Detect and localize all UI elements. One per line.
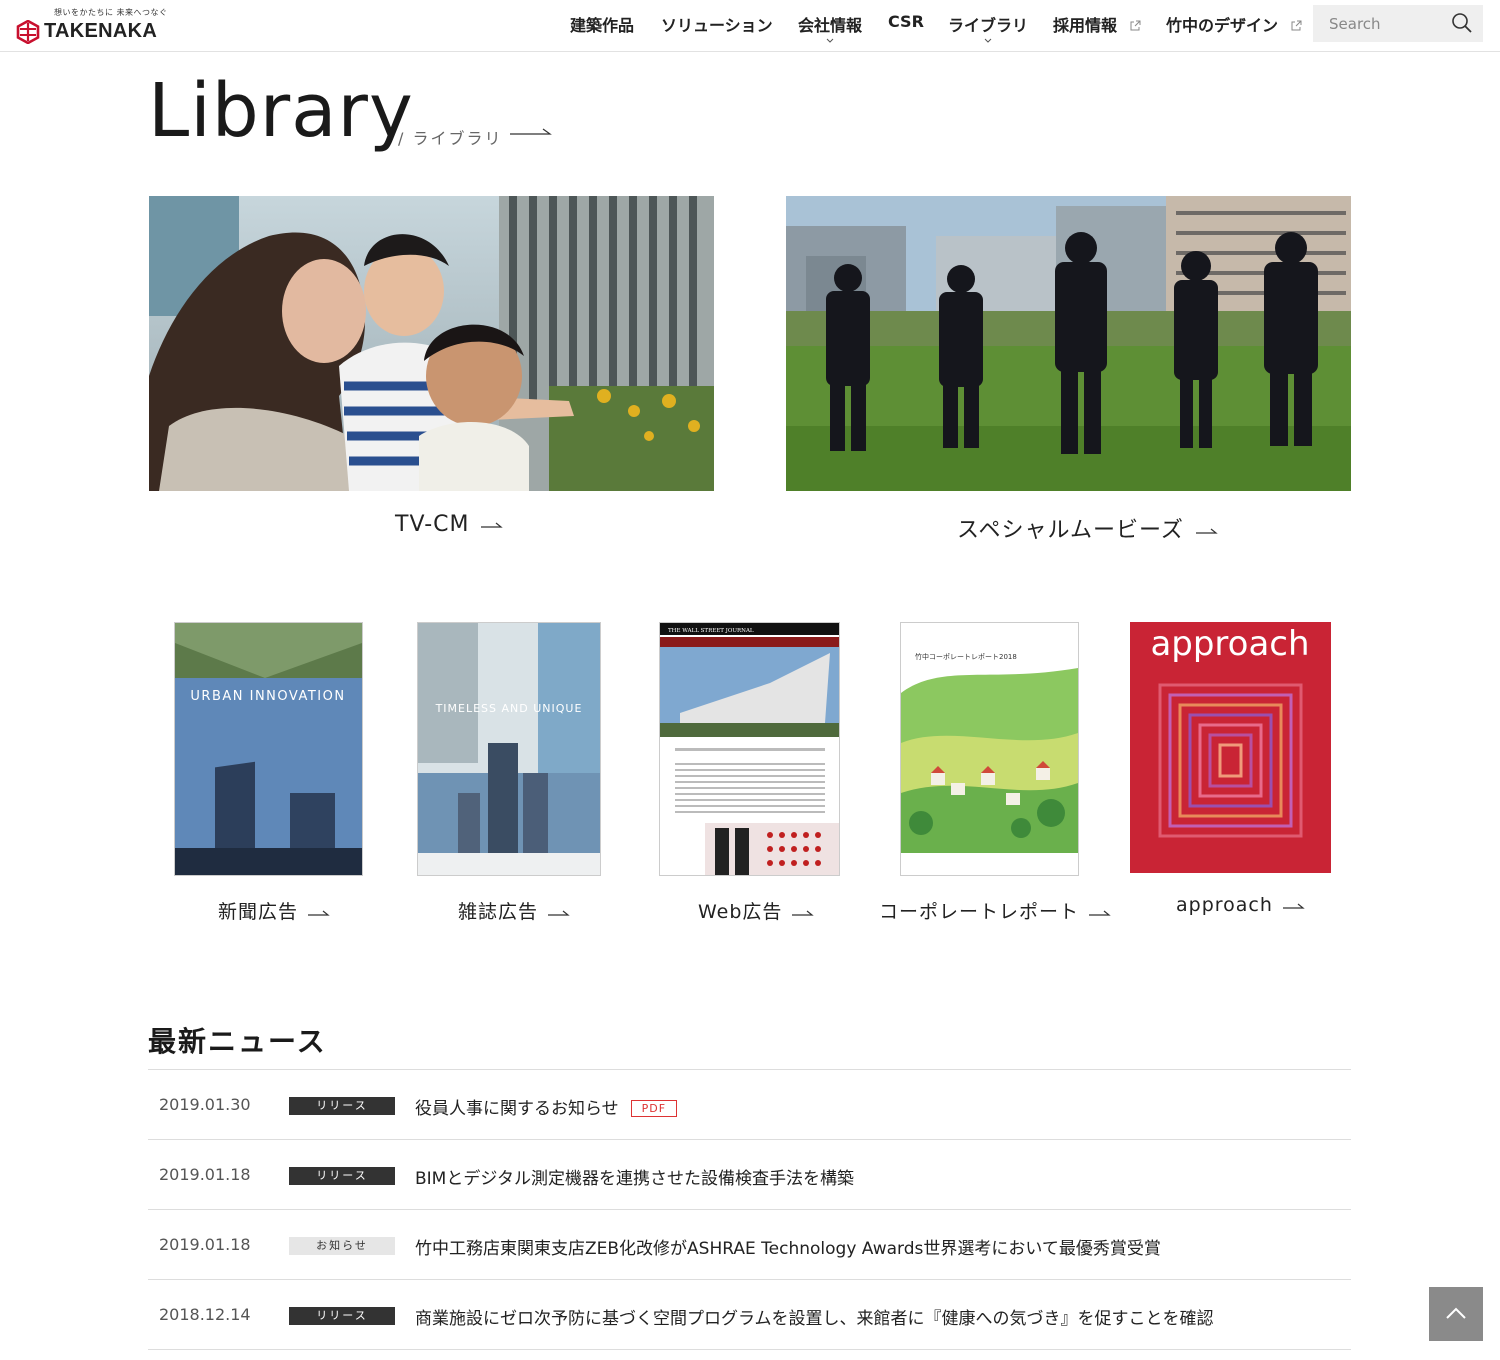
newspaper-ad-link[interactable]: 新聞広告: [218, 897, 330, 924]
nav-item-library[interactable]: ライブラリ: [948, 12, 1029, 43]
news-tag: お知らせ: [289, 1237, 395, 1255]
nav-item-csr[interactable]: CSR: [888, 12, 924, 31]
news-list: 2019.01.30 リリース 役員人事に関するお知らせ PDF 2019.01.…: [148, 1069, 1351, 1350]
news-text[interactable]: 商業施設にゼロ次予防に基づく空間プログラムを設置し、来館者に『健康への気づき』を…: [415, 1304, 1214, 1329]
news-text[interactable]: 役員人事に関するお知らせ: [415, 1099, 619, 1119]
arrow-right-icon: [1282, 903, 1305, 909]
news-item[interactable]: 2019.01.30 リリース 役員人事に関するお知らせ PDF: [148, 1070, 1351, 1140]
special-movies-photo: [786, 196, 1351, 491]
special-movies-image[interactable]: [786, 196, 1351, 491]
nav-item-design[interactable]: 竹中のデザイン: [1166, 12, 1302, 36]
nav-item-company[interactable]: 会社情報: [798, 12, 863, 43]
news-tag: リリース: [289, 1307, 395, 1325]
external-link-icon: [1291, 20, 1302, 31]
news-text-wrap: 役員人事に関するお知らせ PDF: [415, 1094, 678, 1119]
approach-label: approach: [1176, 894, 1273, 916]
approach-link[interactable]: approach: [1176, 894, 1305, 916]
search-box: [1313, 5, 1483, 42]
page-subtitle: / ライブラリ: [398, 129, 503, 148]
approach-cover[interactable]: approach: [1130, 622, 1331, 873]
newspaper-ad-image: URBAN INNOVATION: [175, 623, 362, 875]
news-date: 2019.01.30: [159, 1095, 251, 1114]
news-item[interactable]: 2019.01.18 リリース BIMとデジタル測定機器を連携させた設備検査手法…: [148, 1140, 1351, 1210]
arrow-right-icon: [1195, 528, 1218, 534]
newspaper-ad-cover[interactable]: URBAN INNOVATION: [174, 622, 363, 876]
news-text[interactable]: BIMとデジタル測定機器を連携させた設備検査手法を構築: [415, 1164, 854, 1189]
nav-label: CSR: [888, 12, 924, 31]
arrow-right-icon: [481, 522, 504, 528]
corporate-report-image: 竹中コーポレートレポート2018: [901, 623, 1078, 875]
report-cover-text: 竹中コーポレートレポート2018: [915, 652, 1017, 661]
nav-label: ライブラリ: [948, 16, 1029, 35]
news-item[interactable]: 2019.01.18 お知らせ 竹中工務店東関東支店ZEB化改修がASHRAE …: [148, 1210, 1351, 1280]
magazine-ad-label: 雑誌広告: [458, 901, 539, 923]
arrow-right-icon: [548, 910, 570, 916]
magazine-ad-image: TIMELESS AND UNIQUE: [418, 623, 600, 875]
back-to-top-button[interactable]: [1429, 1287, 1483, 1341]
arrow-right-icon: [792, 910, 815, 916]
news-text[interactable]: 竹中工務店東関東支店ZEB化改修がASHRAE Technology Award…: [415, 1234, 1161, 1259]
special-movies-label: スペシャルムービーズ: [957, 518, 1184, 543]
web-ad-image: THE WALL STREET JOURNAL: [660, 623, 839, 875]
magazine-ad-link[interactable]: 雑誌広告: [458, 897, 570, 924]
news-date: 2019.01.18: [159, 1235, 251, 1254]
search-input[interactable]: [1313, 5, 1443, 42]
news-item[interactable]: 2018.12.14 リリース 商業施設にゼロ次予防に基づく空間プログラムを設置…: [148, 1280, 1351, 1350]
magazine-cover-text: TIMELESS AND UNIQUE: [435, 702, 583, 715]
arrow-right-icon: [308, 910, 330, 916]
takenaka-logo[interactable]: 想いをかたちに 未来へつなぐ TAKENAKA: [16, 6, 176, 46]
arrow-right-icon: [1089, 910, 1111, 916]
nav-label: 建築作品: [570, 16, 635, 35]
chevron-down-icon: [984, 38, 992, 43]
magazine-ad-cover[interactable]: TIMELESS AND UNIQUE: [417, 622, 601, 876]
nav-label: 竹中のデザイン: [1166, 16, 1279, 35]
nav-item-solutions[interactable]: ソリューション: [661, 12, 773, 36]
arrow-right-icon: [510, 128, 552, 135]
corporate-report-cover[interactable]: 竹中コーポレートレポート2018: [900, 622, 1079, 876]
nav-item-works[interactable]: 建築作品: [570, 12, 634, 36]
news-tag: リリース: [289, 1167, 395, 1185]
tvcm-photo: [149, 196, 714, 491]
takenaka-mark-icon: [16, 20, 40, 44]
newspaper-cover-text: URBAN INNOVATION: [190, 689, 345, 704]
chevron-up-icon: [1446, 1307, 1466, 1319]
logo-brand: TAKENAKA: [44, 20, 158, 42]
news-heading: 最新ニュース: [148, 1025, 327, 1058]
search-icon[interactable]: [1451, 12, 1473, 34]
news-date: 2019.01.18: [159, 1165, 251, 1184]
web-cover-text: THE WALL STREET JOURNAL: [668, 628, 754, 634]
chevron-down-icon: [826, 38, 834, 43]
nav-label: ソリューション: [661, 16, 773, 35]
news-tag: リリース: [289, 1097, 395, 1115]
web-ad-cover[interactable]: THE WALL STREET JOURNAL: [659, 622, 840, 876]
news-date: 2018.12.14: [159, 1305, 251, 1324]
newspaper-ad-label: 新聞広告: [218, 901, 299, 923]
nav-label: 会社情報: [798, 16, 863, 35]
nav-label: 採用情報: [1053, 16, 1118, 35]
nav-item-recruit[interactable]: 採用情報: [1053, 12, 1141, 36]
tvcm-image[interactable]: [149, 196, 714, 491]
web-ad-link[interactable]: Web広告: [698, 897, 815, 924]
corporate-report-label: コーポレートレポート: [879, 901, 1080, 923]
web-ad-label: Web広告: [698, 901, 783, 923]
logo-tagline: 想いをかたちに 未来へつなぐ: [54, 8, 168, 17]
tvcm-link[interactable]: TV-CM: [395, 512, 504, 537]
corporate-report-link[interactable]: コーポレートレポート: [879, 897, 1111, 924]
page-title: Library: [148, 68, 414, 154]
tvcm-label: TV-CM: [395, 512, 470, 537]
special-movies-link[interactable]: スペシャルムービーズ: [957, 512, 1218, 544]
pdf-badge: PDF: [630, 1100, 678, 1117]
approach-cover-text: approach: [1150, 624, 1309, 664]
site-header: 想いをかたちに 未来へつなぐ TAKENAKA 建築作品 ソリューション 会社情…: [0, 0, 1500, 52]
external-link-icon: [1130, 20, 1141, 31]
approach-image: approach: [1130, 622, 1331, 873]
